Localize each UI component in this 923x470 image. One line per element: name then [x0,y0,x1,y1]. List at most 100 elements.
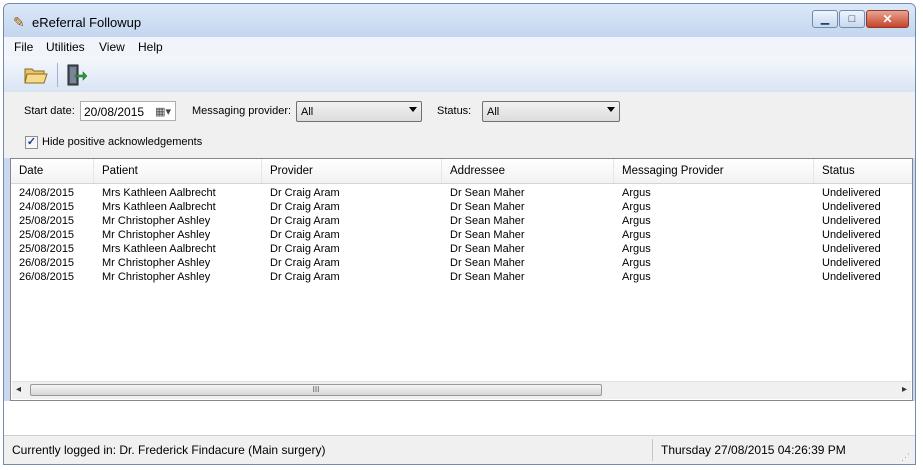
chevron-down-icon [409,107,417,112]
cell-status: Undelivered [822,271,881,283]
scroll-thumb[interactable]: III [30,384,602,396]
cell-patient: Mr Christopher Ashley [102,257,211,269]
cell-patient: Mrs Kathleen Aalbrecht [102,243,216,255]
open-folder-icon [24,68,48,84]
toolbar-separator [57,63,58,87]
scroll-left-icon[interactable]: ◂ [16,384,21,395]
cell-addressee: Dr Sean Maher [450,201,525,213]
column-header-patient[interactable]: Patient [94,159,262,183]
cell-status: Undelivered [822,187,881,199]
hide-positive-label[interactable]: Hide positive acknowledgements [42,136,202,148]
table-row[interactable]: 25/08/2015 Mr Christopher Ashley Dr Craig … [11,214,912,228]
cell-status: Undelivered [822,229,881,241]
cell-addressee: Dr Sean Maher [450,271,525,283]
messaging-provider-value: All [301,106,314,118]
start-date-picker[interactable]: 20/08/2015 ▦▾ [80,101,176,121]
resize-grip-icon[interactable]: ⋰ [901,452,910,463]
chevron-down-icon [607,107,615,112]
table-row[interactable]: 26/08/2015 Mr Christopher Ashley Dr Craig … [11,256,912,270]
cell-date: 26/08/2015 [19,257,75,269]
calendar-dropdown-icon[interactable]: ▦▾ [155,105,171,118]
cell-provider: Dr Craig Aram [270,243,340,255]
menu-utilities[interactable]: Utilities [46,40,85,54]
referral-grid[interactable]: Date Patient Provider Addressee Messagin… [10,158,913,401]
status-filter-value: All [487,106,500,118]
current-datetime: Thursday 27/08/2015 04:26:39 PM [661,443,846,457]
cell-messaging-provider: Argus [622,243,651,255]
grid-rows: 24/08/2015 Mrs Kathleen Aalbrecht Dr Craig… [11,186,912,284]
menu-bar: File Utilities View Help [4,37,915,57]
cell-provider: Dr Craig Aram [270,271,340,283]
cell-provider: Dr Craig Aram [270,215,340,227]
cell-messaging-provider: Argus [622,187,651,199]
close-icon: ✕ [882,12,893,26]
maximize-icon: □ [848,12,856,25]
exit-button[interactable] [62,62,90,88]
column-header-addressee[interactable]: Addressee [442,159,614,183]
cell-patient: Mrs Kathleen Aalbrecht [102,201,216,213]
cell-patient: Mrs Kathleen Aalbrecht [102,187,216,199]
table-row[interactable]: 26/08/2015 Mr Christopher Ashley Dr Craig … [11,270,912,284]
table-row[interactable]: 24/08/2015 Mrs Kathleen Aalbrecht Dr Craig… [11,200,912,214]
start-date-label: Start date: [24,105,75,117]
table-row[interactable]: 25/08/2015 Mr Christopher Ashley Dr Craig … [11,228,912,242]
cell-status: Undelivered [822,243,881,255]
status-select[interactable]: All [482,101,620,122]
exit-door-icon [67,64,87,86]
column-header-status[interactable]: Status [814,159,914,183]
title-bar[interactable]: ✎ eReferral Followup ▁ □ ✕ [4,4,915,37]
column-header-date[interactable]: Date [11,159,94,183]
cell-patient: Mr Christopher Ashley [102,229,211,241]
horizontal-scrollbar[interactable]: ◂ III ▸ [12,381,911,399]
cell-provider: Dr Craig Aram [270,257,340,269]
cell-messaging-provider: Argus [622,201,651,213]
datetime-panel: Thursday 27/08/2015 04:26:39 PM [652,439,899,461]
scroll-right-icon[interactable]: ▸ [902,384,907,395]
cell-messaging-provider: Argus [622,271,651,283]
cell-status: Undelivered [822,215,881,227]
hide-positive-checkbox[interactable]: ✓ [25,136,38,149]
menu-view[interactable]: View [99,40,125,54]
cell-provider: Dr Craig Aram [270,229,340,241]
app-quill-icon: ✎ [13,14,25,30]
cell-addressee: Dr Sean Maher [450,187,525,199]
open-button[interactable] [22,62,50,88]
minimize-button[interactable]: ▁ [812,10,838,28]
cell-messaging-provider: Argus [622,215,651,227]
cell-patient: Mr Christopher Ashley [102,215,211,227]
grid-header: Date Patient Provider Addressee Messagin… [11,159,912,184]
status-filter-label: Status: [437,105,472,117]
cell-date: 26/08/2015 [19,271,75,283]
column-header-messaging-provider[interactable]: Messaging Provider [614,159,814,183]
column-header-provider[interactable]: Provider [262,159,442,183]
cell-addressee: Dr Sean Maher [450,257,525,269]
cell-date: 25/08/2015 [19,243,75,255]
menu-file[interactable]: File [14,40,33,54]
toolbar [4,57,915,92]
cell-provider: Dr Craig Aram [270,187,340,199]
details-area [4,401,915,435]
cell-date: 24/08/2015 [19,187,75,199]
logged-in-status: Currently logged in: Dr. Frederick Finda… [12,443,326,457]
cell-addressee: Dr Sean Maher [450,229,525,241]
cell-status: Undelivered [822,257,881,269]
start-date-value: 20/08/2015 [84,105,145,119]
cell-provider: Dr Craig Aram [270,201,340,213]
cell-messaging-provider: Argus [622,229,651,241]
close-button[interactable]: ✕ [866,10,909,28]
checkmark-icon: ✓ [26,136,37,148]
filter-panel: Start date: 20/08/2015 ▦▾ Messaging prov… [4,92,915,158]
cell-status: Undelivered [822,201,881,213]
window-title: eReferral Followup [32,15,142,30]
maximize-button[interactable]: □ [839,10,865,28]
messaging-provider-select[interactable]: All [296,101,422,122]
table-row[interactable]: 25/08/2015 Mrs Kathleen Aalbrecht Dr Craig… [11,242,912,256]
cell-date: 25/08/2015 [19,229,75,241]
cell-addressee: Dr Sean Maher [450,243,525,255]
minimize-icon: ▁ [820,12,830,25]
cell-date: 25/08/2015 [19,215,75,227]
menu-help[interactable]: Help [138,40,163,54]
cell-patient: Mr Christopher Ashley [102,271,211,283]
table-row[interactable]: 24/08/2015 Mrs Kathleen Aalbrecht Dr Craig… [11,186,912,200]
status-bar: Currently logged in: Dr. Frederick Finda… [4,435,915,464]
